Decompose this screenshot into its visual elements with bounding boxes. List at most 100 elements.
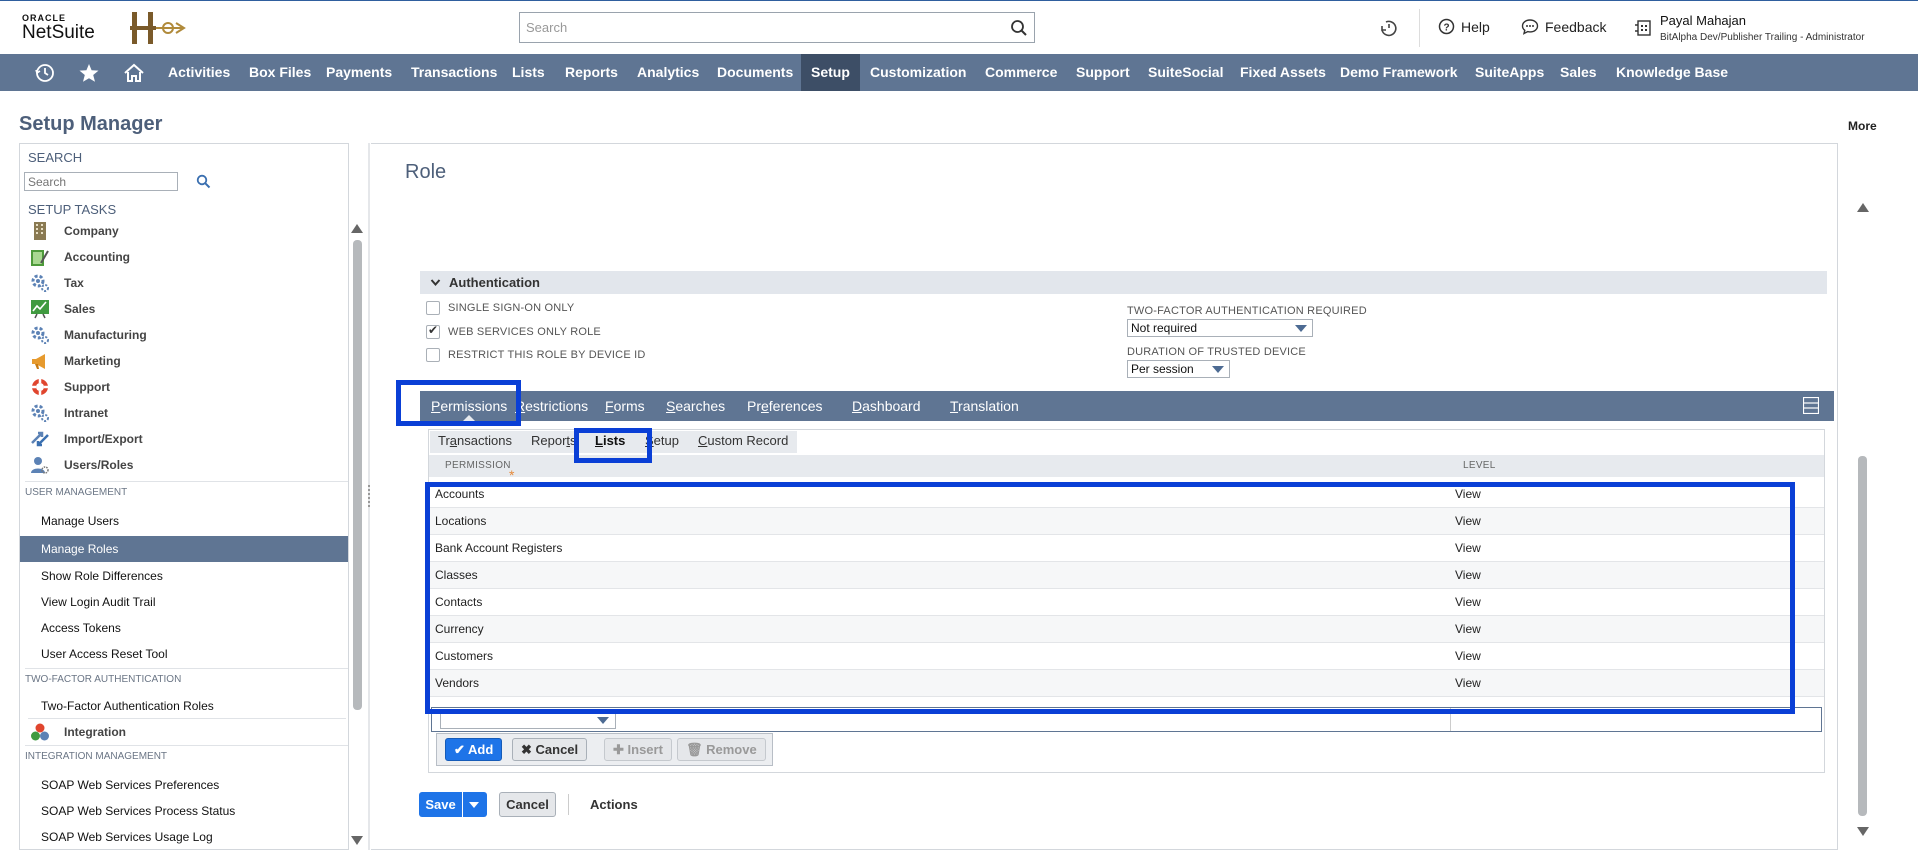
task-integration[interactable]: Integration bbox=[28, 718, 346, 744]
grid-cancel-button[interactable]: ✖ Cancel bbox=[512, 738, 588, 761]
search-icon[interactable] bbox=[1010, 19, 1028, 37]
cancel-button[interactable]: Cancel bbox=[499, 792, 556, 817]
megaphone-icon bbox=[32, 354, 45, 369]
help-link[interactable]: ? Help bbox=[1438, 18, 1490, 35]
setup-search-input[interactable] bbox=[24, 172, 178, 191]
nav-documents[interactable]: Documents bbox=[707, 54, 803, 91]
link-soap-usage-log[interactable]: SOAP Web Services Usage Log bbox=[41, 830, 213, 844]
tab-preferences[interactable]: Preferences bbox=[737, 391, 833, 421]
plus-icon: ✚ bbox=[613, 742, 628, 757]
left-scroll-down[interactable] bbox=[351, 836, 363, 845]
insert-button[interactable]: ✚ Insert bbox=[604, 738, 672, 761]
task-intranet[interactable]: Intranet bbox=[28, 400, 346, 426]
nav-fixed-assets[interactable]: Fixed Assets bbox=[1230, 54, 1336, 91]
task-label: Users/Roles bbox=[64, 458, 134, 472]
link-soap-preferences[interactable]: SOAP Web Services Preferences bbox=[41, 778, 219, 792]
nav-payments[interactable]: Payments bbox=[316, 54, 402, 91]
more-link[interactable]: More bbox=[1848, 119, 1877, 133]
recent-records-icon[interactable] bbox=[1378, 17, 1400, 39]
two-factor-select[interactable]: Not required bbox=[1127, 319, 1313, 337]
link-soap-process-status[interactable]: SOAP Web Services Process Status bbox=[41, 804, 235, 818]
nav-setup[interactable]: Setup bbox=[801, 54, 860, 91]
subtab-label: nsactions bbox=[457, 433, 512, 448]
nav-customization[interactable]: Customization bbox=[860, 54, 976, 91]
favorites-star-icon[interactable] bbox=[78, 62, 100, 84]
tab-searches[interactable]: Searches bbox=[656, 391, 735, 421]
link-user-access-reset-tool[interactable]: User Access Reset Tool bbox=[41, 647, 168, 661]
link-manage-roles[interactable]: Manage Roles bbox=[20, 536, 348, 562]
left-panel-scrollbar[interactable] bbox=[353, 240, 362, 710]
nav-suiteapps[interactable]: SuiteApps bbox=[1465, 54, 1554, 91]
setup-tasks-panel: SEARCH SETUP TASKS Company Accounting Ta… bbox=[19, 143, 349, 850]
user-name: Payal Mahajan bbox=[1660, 13, 1746, 28]
nav-commerce[interactable]: Commerce bbox=[975, 54, 1067, 91]
home-icon[interactable] bbox=[123, 62, 145, 84]
authentication-section-header[interactable]: Authentication bbox=[420, 271, 1827, 294]
task-import-export[interactable]: Import/Export bbox=[28, 426, 346, 452]
nav-box-files[interactable]: Box Files bbox=[239, 54, 321, 91]
actions-menu[interactable]: Actions bbox=[590, 797, 638, 812]
sso-only-checkbox[interactable] bbox=[426, 301, 440, 315]
tab-menu-icon[interactable] bbox=[1803, 397, 1819, 414]
nav-demo-framework[interactable]: Demo Framework bbox=[1330, 54, 1467, 91]
remove-label: Remove bbox=[706, 742, 757, 757]
subtab-transactions[interactable]: Transactions bbox=[438, 433, 512, 448]
link-access-tokens[interactable]: Access Tokens bbox=[41, 621, 121, 635]
help-label: Help bbox=[1461, 18, 1490, 35]
column-header-permission[interactable]: PERMISSION bbox=[445, 460, 511, 471]
nav-reports[interactable]: Reports bbox=[555, 54, 628, 91]
link-two-factor-roles[interactable]: Two-Factor Authentication Roles bbox=[41, 699, 214, 713]
task-marketing[interactable]: Marketing bbox=[28, 348, 346, 374]
nav-knowledge-base[interactable]: Knowledge Base bbox=[1606, 54, 1738, 91]
trusted-device-value: Per session bbox=[1131, 362, 1194, 376]
task-accounting[interactable]: Accounting bbox=[28, 244, 346, 270]
tab-translation[interactable]: Translation bbox=[940, 391, 1029, 421]
main-scroll-down[interactable] bbox=[1857, 827, 1869, 836]
task-sales[interactable]: Sales bbox=[28, 296, 346, 322]
add-button[interactable]: ✔ Add bbox=[445, 738, 503, 761]
device-id-row: RESTRICT THIS ROLE BY DEVICE ID bbox=[426, 348, 646, 362]
nav-suitesocial[interactable]: SuiteSocial bbox=[1138, 54, 1233, 91]
task-manufacturing[interactable]: Manufacturing bbox=[28, 322, 346, 348]
user-role: BitAlpha Dev/Publisher Trailing - Admini… bbox=[1660, 32, 1865, 43]
left-scroll-up[interactable] bbox=[351, 224, 363, 233]
task-label: Integration bbox=[64, 724, 126, 739]
setup-search-icon[interactable] bbox=[196, 174, 211, 189]
task-tax[interactable]: Tax bbox=[28, 270, 346, 296]
restrict-device-checkbox[interactable] bbox=[426, 348, 440, 362]
link-view-login-audit-trail[interactable]: View Login Audit Trail bbox=[41, 595, 156, 609]
global-search-box[interactable] bbox=[519, 12, 1035, 43]
nav-analytics[interactable]: Analytics bbox=[627, 54, 709, 91]
remove-button[interactable]: 🗑 Remove bbox=[677, 738, 766, 761]
netsuite-logo[interactable]: ORACLE NetSuite bbox=[22, 13, 95, 43]
web-services-only-checkbox[interactable] bbox=[426, 323, 440, 339]
nav-support[interactable]: Support bbox=[1066, 54, 1140, 91]
task-company[interactable]: Company bbox=[28, 218, 346, 244]
tab-dashboard[interactable]: Dashboard bbox=[842, 391, 931, 421]
column-header-level[interactable]: LEVEL bbox=[1463, 460, 1496, 471]
link-manage-users[interactable]: Manage Users bbox=[41, 514, 119, 528]
main-scroll-up[interactable] bbox=[1857, 203, 1869, 212]
subtab-custom-record[interactable]: Custom Record bbox=[698, 433, 788, 448]
trash-icon: 🗑 bbox=[686, 742, 707, 757]
nav-lists[interactable]: Lists bbox=[502, 54, 555, 91]
subtab-reports[interactable]: Reports bbox=[531, 433, 577, 448]
role-page-title: Role bbox=[405, 161, 447, 183]
save-options-dropdown[interactable] bbox=[463, 792, 487, 817]
global-search-input[interactable] bbox=[520, 13, 990, 42]
main-scrollbar[interactable] bbox=[1858, 456, 1867, 816]
subtab-label: ustom Record bbox=[707, 433, 789, 448]
trusted-device-select[interactable]: Per session bbox=[1127, 360, 1230, 378]
nav-sales[interactable]: Sales bbox=[1550, 54, 1607, 91]
tab-forms[interactable]: Forms bbox=[595, 391, 655, 421]
nav-activities[interactable]: Activities bbox=[158, 54, 240, 91]
task-users-roles[interactable]: Users/Roles bbox=[28, 452, 346, 478]
link-show-role-differences[interactable]: Show Role Differences bbox=[41, 569, 163, 583]
task-label: Manufacturing bbox=[64, 328, 147, 342]
recent-icon[interactable] bbox=[34, 62, 56, 84]
nav-transactions[interactable]: Transactions bbox=[401, 54, 507, 91]
feedback-link[interactable]: Feedback bbox=[1521, 18, 1606, 35]
task-support[interactable]: Support bbox=[28, 374, 346, 400]
save-button[interactable]: Save bbox=[419, 792, 462, 817]
highlight-permission-rows bbox=[425, 482, 1795, 714]
